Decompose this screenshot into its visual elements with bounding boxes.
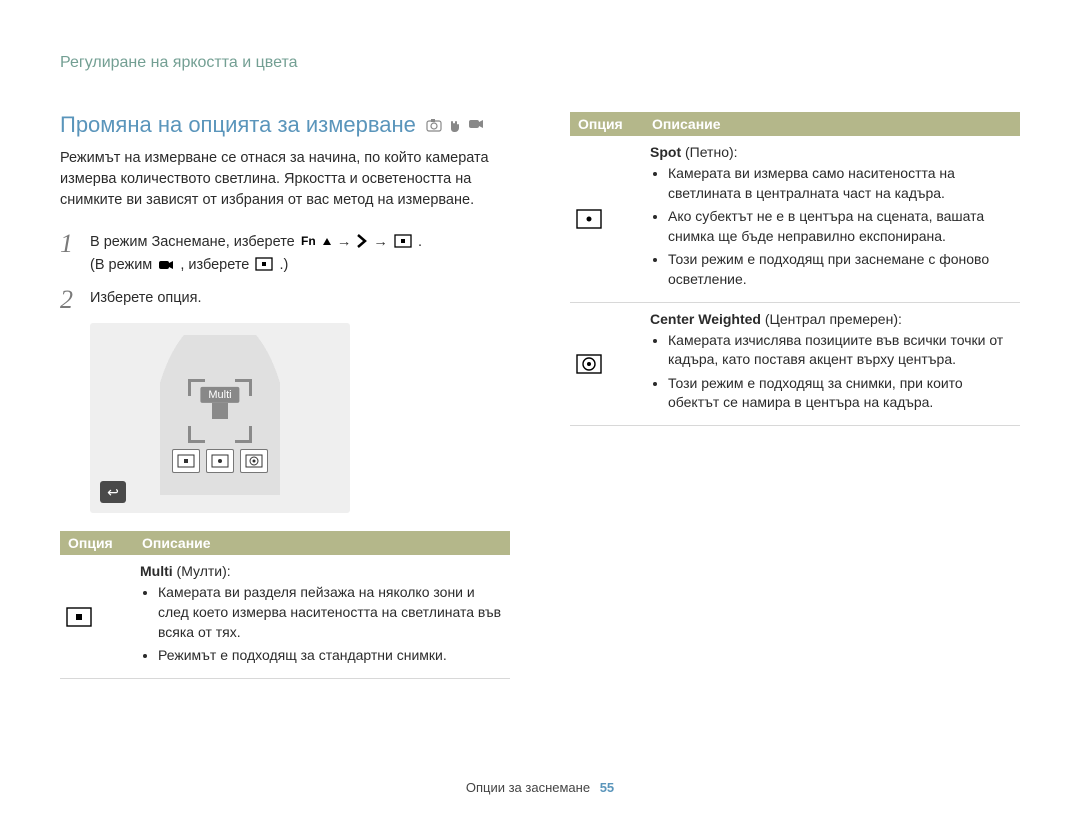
step1-arrow1: → [337, 234, 356, 250]
option-desc-spot: Spot (Петно): Камерата ви измерва само н… [644, 136, 1020, 302]
col-header-option: Опция [60, 531, 134, 555]
table-row-multi: Multi (Мулти): Камерата ви разделя пейза… [60, 555, 510, 678]
left-column: Промяна на опцията за измерване Режимът … [60, 112, 510, 689]
steps-list: 1 В режим Заснемане, изберете Fn → → [60, 231, 510, 313]
step1-arrow2: → [373, 234, 392, 250]
table-row-center: Center Weighted (Централ премерен): Каме… [570, 302, 1020, 425]
right-column: Опция Описание Spot (Петно): Камерата ви… [570, 112, 1020, 689]
step1-prefix: В режим Заснемане, изберете [90, 234, 299, 250]
two-column-layout: Промяна на опцията за измерване Режимът … [60, 112, 1020, 689]
step-2: 2 Изберете опция. [60, 287, 510, 313]
step-1-text: В режим Заснемане, изберете Fn → → . [90, 231, 422, 277]
bullet: Този режим е подходящ за снимки, при кои… [668, 374, 1014, 413]
bullet: Камерата изчислява позициите във всички … [668, 331, 1014, 370]
option-name: Spot [650, 144, 681, 160]
page-footer: Опции за заснемане 55 [0, 780, 1080, 795]
col-header-description: Описание [644, 112, 1020, 136]
bullet: Камерата ви измерва само наситеността на… [668, 164, 1014, 203]
svg-text:Fn: Fn [301, 234, 316, 248]
step-number: 1 [60, 231, 78, 277]
bullet: Камерата ви разделя пейзажа на няколко з… [158, 583, 504, 642]
footer-section: Опции за заснемане [466, 780, 590, 795]
intro-text: Режимът на измерване се отнася за начина… [60, 148, 510, 211]
option-name: Multi [140, 563, 173, 579]
metering-mode-strip [172, 449, 268, 473]
page-number: 55 [600, 780, 614, 795]
section-title: Промяна на опцията за измерване [60, 112, 510, 138]
bullet: Ако субектът не е в центъра на сцената, … [668, 207, 1014, 246]
option-translation: (Петно): [681, 144, 737, 160]
section-title-text: Промяна на опцията за измерване [60, 112, 416, 138]
option-icon-spot [570, 136, 644, 302]
video-mode-icon [158, 259, 174, 271]
camera-screen-figure: Multi ↩ [90, 323, 350, 513]
step-1: 1 В режим Заснемане, изберете Fn → → [60, 231, 510, 277]
step-number: 2 [60, 287, 78, 313]
metering-multi-thumb [172, 449, 200, 473]
options-table-right: Опция Описание Spot (Петно): Камерата ви… [570, 112, 1020, 426]
option-icon-center [570, 302, 644, 425]
col-header-option: Опция [570, 112, 644, 136]
bullet: Този режим е подходящ при заснемане с фо… [668, 250, 1014, 289]
step-2-text: Изберете опция. [90, 287, 202, 313]
step1-line2-prefix: (В режим [90, 257, 156, 273]
back-icon: ↩ [100, 481, 126, 503]
metering-spot-thumb [206, 449, 234, 473]
hand-icon [448, 118, 462, 132]
step1-line2-mid: , изберете [180, 257, 253, 273]
option-desc-center: Center Weighted (Централ премерен): Каме… [644, 302, 1020, 425]
camera-icon [426, 118, 442, 132]
col-header-description: Описание [134, 531, 510, 555]
metering-multi-icon [394, 234, 412, 248]
manual-page: Регулиране на яркостта и цвета Промяна н… [0, 0, 1080, 815]
step1-suffix: . [418, 234, 422, 250]
option-translation: (Централ премерен): [761, 311, 902, 327]
option-translation: (Мулти): [173, 563, 231, 579]
chevron-right-icon [357, 234, 367, 248]
option-icon-multi [60, 555, 134, 678]
options-table-left: Опция Описание Multi (Мулти): Камерата в… [60, 531, 510, 678]
focus-brackets [188, 379, 252, 443]
metering-multi-icon-2 [255, 257, 273, 271]
video-icon [468, 118, 484, 132]
metering-center-thumb [240, 449, 268, 473]
bullet: Режимът е подходящ за стандартни снимки. [158, 646, 504, 666]
table-row-spot: Spot (Петно): Камерата ви измерва само н… [570, 136, 1020, 302]
step1-line2-suffix: .) [279, 257, 288, 273]
fn-up-icon: Fn [301, 234, 331, 248]
option-desc-multi: Multi (Мулти): Камерата ви разделя пейза… [134, 555, 510, 678]
mode-icons [426, 118, 484, 132]
option-name: Center Weighted [650, 311, 761, 327]
breadcrumb: Регулиране на яркостта и цвета [60, 54, 1020, 72]
